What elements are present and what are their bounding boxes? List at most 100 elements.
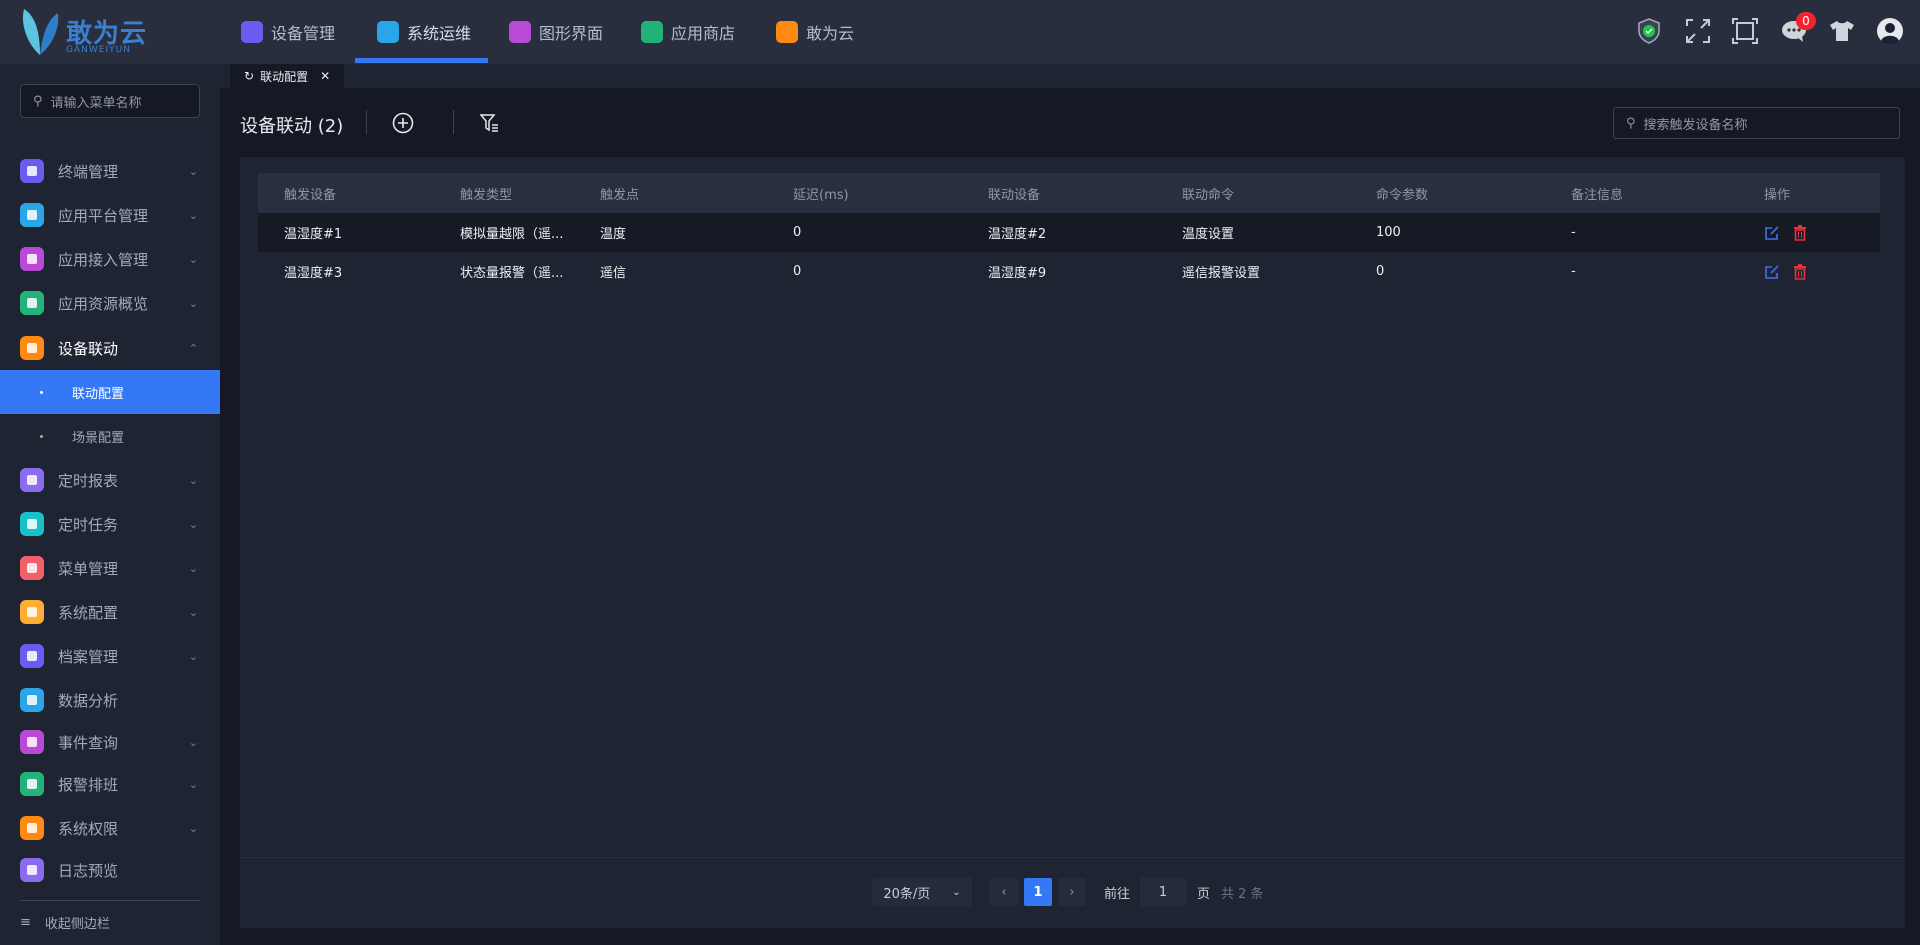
sidebar-item-alarm-schedule[interactable]: 报警排班 ⌄	[0, 762, 220, 806]
column-header: 命令参数	[1376, 187, 1429, 203]
table-row[interactable]: 温湿度#3 状态量报警（遥... 遥信 0 温湿度#9 遥信报警设置 0 -	[258, 252, 1880, 291]
table-cell: 温度	[600, 227, 627, 242]
edit-icon[interactable]	[1764, 225, 1780, 241]
app-access-icon	[20, 247, 44, 271]
chevron-down-icon: ⌄	[952, 886, 961, 898]
page-title: 设备联动 (2)	[240, 116, 344, 137]
sidebar-item-device-linkage[interactable]: 设备联动 ⌃	[0, 326, 220, 370]
sidebar-item-terminal[interactable]: 终端管理 ⌄	[0, 149, 220, 193]
sidebar-item-event-query[interactable]: 事件查询 ⌄	[0, 720, 220, 764]
terminal-icon	[20, 159, 44, 183]
topnav-device-management[interactable]: 设备管理	[241, 0, 335, 64]
table-row[interactable]: 温湿度#1 模拟量越限（遥... 温度 0 温湿度#2 温度设置 100 -	[258, 213, 1880, 252]
table-cell: -	[1571, 225, 1576, 240]
footer-divider	[240, 857, 1905, 858]
tab-strip: ↻ 联动配置 ✕	[220, 64, 1920, 88]
table-cell: 温湿度#9	[988, 266, 1047, 281]
logo: 敢为云 GANWEIYUN	[18, 5, 158, 59]
chevron-up-icon: ⌃	[188, 341, 198, 355]
cloud-icon	[776, 21, 798, 43]
screenshot-frame-icon[interactable]	[1731, 17, 1759, 45]
sidebar-item-app-access[interactable]: 应用接入管理 ⌄	[0, 237, 220, 281]
sidebar-item-system-config[interactable]: 系统配置 ⌄	[0, 590, 220, 634]
search-icon: ⚲	[1626, 115, 1636, 131]
chevron-down-icon: ⌄	[188, 208, 198, 222]
user-avatar[interactable]	[1876, 17, 1904, 45]
topnav-ganweiyun[interactable]: 敢为云	[776, 0, 854, 64]
filter-button[interactable]	[477, 110, 503, 136]
device-search-input[interactable]: ⚲ 搜索触发设备名称	[1613, 107, 1900, 139]
goto-label: 前往	[1104, 886, 1131, 902]
next-page-button[interactable]: ›	[1058, 878, 1086, 906]
table-cell: 模拟量越限（遥...	[460, 227, 564, 242]
chevron-down-icon: ⌄	[188, 252, 198, 266]
menu-icon	[20, 556, 44, 580]
close-icon[interactable]: ✕	[320, 69, 330, 83]
table-cell: 遥信	[600, 266, 627, 281]
sidebar-subitem-scene-config[interactable]: 场景配置	[0, 414, 220, 458]
table-cell: 0	[793, 225, 802, 240]
security-shield-icon[interactable]	[1635, 17, 1663, 45]
archives-icon	[20, 644, 44, 668]
refresh-icon[interactable]: ↻	[244, 69, 254, 83]
top-bar: 敢为云 GANWEIYUN 设备管理 系统运维 图形界面 应用商店 敢为云 0	[0, 0, 1920, 64]
theme-shirt-icon[interactable]	[1828, 17, 1856, 45]
prev-page-button[interactable]: ‹	[990, 878, 1018, 906]
page-1-button[interactable]: 1	[1024, 878, 1052, 906]
add-button[interactable]	[390, 110, 416, 136]
sidebar-item-menu[interactable]: 菜单管理 ⌄	[0, 546, 220, 590]
table-cell: 状态量报警（遥...	[460, 266, 564, 281]
delete-icon[interactable]	[1792, 224, 1808, 241]
app-resources-icon	[20, 291, 44, 315]
chevron-down-icon: ⌄	[188, 517, 198, 531]
device-linkage-icon	[20, 336, 44, 360]
total-count: 共 2 条	[1221, 886, 1264, 902]
table-cell: 温湿度#1	[284, 227, 343, 242]
column-header: 备注信息	[1571, 187, 1624, 203]
chevron-down-icon: ⌄	[188, 735, 198, 749]
column-header: 触发点	[600, 187, 640, 203]
menu-search-input[interactable]: ⚲ 请输入菜单名称	[20, 84, 200, 118]
goto-page-input[interactable]: 1	[1140, 878, 1186, 906]
chevron-down-icon: ⌄	[188, 473, 198, 487]
fullscreen-icon[interactable]	[1684, 17, 1712, 45]
row-actions	[1764, 252, 1808, 291]
chevron-down-icon: ⌄	[188, 164, 198, 178]
edit-icon[interactable]	[1764, 264, 1780, 280]
chevron-down-icon: ⌄	[188, 777, 198, 791]
sidebar-item-data-analysis[interactable]: 数据分析	[0, 678, 220, 722]
scheduled-tasks-icon	[20, 512, 44, 536]
column-header: 触发类型	[460, 187, 513, 203]
permissions-icon	[20, 816, 44, 840]
wrench-icon	[377, 21, 399, 43]
sidebar-item-app-resources[interactable]: 应用资源概览 ⌄	[0, 281, 220, 325]
sidebar-item-scheduled-tasks[interactable]: 定时任务 ⌄	[0, 502, 220, 546]
chevron-down-icon: ⌄	[188, 649, 198, 663]
divider	[366, 110, 367, 134]
store-icon	[641, 21, 663, 43]
table-panel: 触发设备 触发类型 触发点 延迟(ms) 联动设备 联动命令 命令参数 备注信息 操作 温湿度#…	[240, 157, 1905, 928]
active-nav-indicator	[355, 58, 488, 63]
table-header: 触发设备 触发类型 触发点 延迟(ms) 联动设备 联动命令 命令参数 备注信息 操作	[258, 173, 1880, 213]
system-config-icon	[20, 600, 44, 624]
table-cell: 温度设置	[1182, 227, 1235, 242]
sidebar-item-permissions[interactable]: 系统权限 ⌄	[0, 806, 220, 850]
search-icon: ⚲	[33, 93, 43, 109]
topnav-app-store[interactable]: 应用商店	[641, 0, 735, 64]
collapse-sidebar-button[interactable]: ≡ 收起侧边栏	[20, 900, 200, 932]
sidebar-item-archives[interactable]: 档案管理 ⌄	[0, 634, 220, 678]
sidebar-subitem-linkage-config[interactable]: 联动配置	[0, 370, 220, 414]
tab-linkage-config[interactable]: ↻ 联动配置 ✕	[230, 64, 345, 88]
topnav-graphics[interactable]: 图形界面	[509, 0, 603, 64]
topnav-system-ops[interactable]: 系统运维	[377, 0, 471, 64]
divider	[453, 110, 454, 134]
sidebar-item-app-platform[interactable]: 应用平台管理 ⌄	[0, 193, 220, 237]
device-icon	[241, 21, 263, 43]
log-preview-icon	[20, 858, 44, 882]
page-size-select[interactable]: 20条/页 ⌄	[872, 878, 972, 906]
collapse-icon: ≡	[20, 915, 31, 930]
bullet	[40, 434, 43, 438]
delete-icon[interactable]	[1792, 263, 1808, 280]
sidebar-item-scheduled-reports[interactable]: 定时报表 ⌄	[0, 458, 220, 502]
sidebar-item-log-preview[interactable]: 日志预览	[0, 848, 220, 892]
